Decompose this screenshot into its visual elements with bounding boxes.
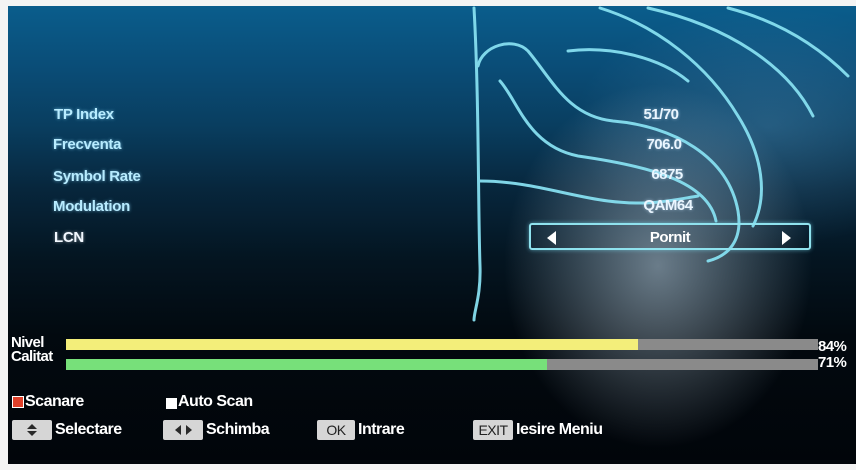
hint-intrare-label: Intrare bbox=[358, 421, 405, 438]
modulation-value: QAM64 bbox=[643, 197, 693, 214]
calitat-label: Calitat bbox=[11, 348, 53, 365]
tv-scan-screen: TP Index 51/70 Frecventa 706.0 Symbol Ra… bbox=[8, 6, 856, 464]
left-right-icon bbox=[163, 420, 203, 440]
ok-key: OK bbox=[317, 420, 355, 440]
exit-key: EXIT bbox=[473, 420, 513, 440]
hint-scanare[interactable]: Scanare bbox=[12, 393, 84, 411]
arrow-right-icon[interactable] bbox=[782, 231, 791, 245]
calitat-percent: 71% bbox=[818, 354, 847, 371]
white-key-icon bbox=[166, 398, 177, 409]
nivel-meter-fill bbox=[66, 339, 638, 350]
hint-selectare[interactable]: Selectare bbox=[12, 420, 122, 440]
hint-schimba-label: Schimba bbox=[206, 421, 270, 438]
tp-index-label: TP Index bbox=[54, 106, 114, 123]
symbol-rate-value: 6875 bbox=[651, 166, 683, 183]
hint-selectare-label: Selectare bbox=[55, 421, 122, 438]
nivel-meter bbox=[66, 339, 818, 350]
hint-schimba[interactable]: Schimba bbox=[163, 420, 270, 440]
calitat-meter-fill bbox=[66, 359, 548, 370]
hint-auto-scan-label: Auto Scan bbox=[178, 393, 253, 410]
frecventa-label: Frecventa bbox=[53, 136, 122, 153]
hint-scanare-label: Scanare bbox=[25, 393, 84, 410]
hint-iesire-meniu[interactable]: EXIT Iesire Meniu bbox=[473, 420, 603, 440]
tp-index-value: 51/70 bbox=[643, 106, 679, 123]
modulation-label: Modulation bbox=[53, 198, 130, 215]
red-key-icon bbox=[12, 396, 24, 408]
calitat-meter bbox=[66, 359, 818, 370]
lcn-selector[interactable]: Pornit bbox=[529, 223, 811, 250]
hint-iesire-meniu-label: Iesire Meniu bbox=[516, 421, 603, 438]
lcn-value: Pornit bbox=[649, 229, 691, 246]
hint-auto-scan[interactable]: Auto Scan bbox=[166, 393, 253, 411]
nivel-percent: 84% bbox=[818, 338, 847, 355]
symbol-rate-label: Symbol Rate bbox=[53, 168, 141, 185]
up-down-icon bbox=[12, 420, 52, 440]
hint-intrare[interactable]: OK Intrare bbox=[317, 420, 405, 440]
frecventa-value: 706.0 bbox=[646, 136, 682, 153]
lcn-label: LCN bbox=[54, 229, 84, 246]
